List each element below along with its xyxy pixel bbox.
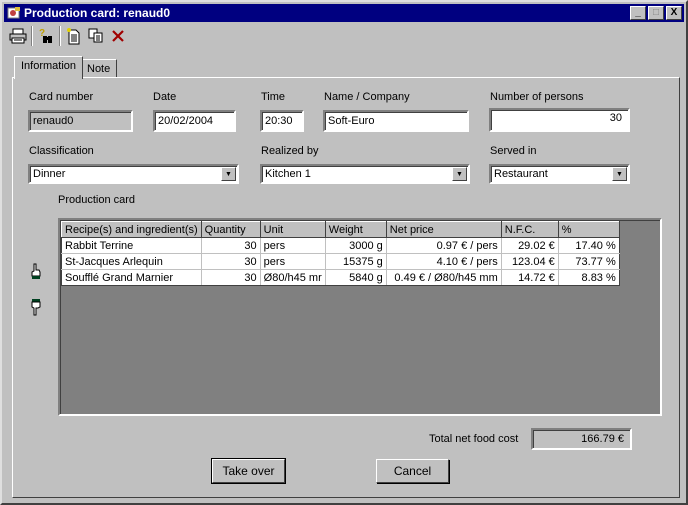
take-over-button[interactable]: Take over	[211, 458, 286, 484]
weight-cell[interactable]: 3000 g	[324, 237, 387, 254]
weight-cell[interactable]: 15375 g	[324, 253, 387, 270]
minimize-icon: _	[635, 7, 641, 18]
table-row[interactable]: St-Jacques Arlequin 30 pers 15375 g 4.10…	[61, 253, 620, 270]
column-header-unit[interactable]: Unit	[259, 221, 326, 238]
search-binoculars-icon: ?	[39, 28, 52, 43]
classification-select[interactable]: Dinner ▼	[28, 164, 239, 184]
print-button[interactable]	[7, 25, 29, 47]
recipe-cell[interactable]: Rabbit Terrine	[61, 237, 202, 254]
time-label: Time	[261, 91, 286, 103]
app-icon	[7, 6, 21, 20]
column-header-percent[interactable]: %	[557, 221, 620, 238]
column-header-nfc[interactable]: N.F.C.	[500, 221, 559, 238]
recipe-cell[interactable]: Soufflé Grand Marnier	[61, 269, 202, 286]
time-field[interactable]: 20:30	[260, 110, 304, 132]
title-bar[interactable]: Production card: renaud0 _ □ X	[4, 4, 684, 22]
new-button[interactable]	[63, 25, 85, 47]
production-card-grid[interactable]: Recipe(s) and ingredient(s) Quantity Uni…	[58, 218, 662, 416]
table-row[interactable]: Soufflé Grand Marnier 30 Ø80/h45 mr 5840…	[61, 269, 620, 286]
classification-value: Dinner	[33, 168, 66, 180]
delete-x-icon	[112, 30, 124, 42]
card-number-label: Card number	[29, 91, 94, 103]
realized-by-label: Realized by	[261, 145, 319, 157]
realized-by-value: Kitchen 1	[265, 168, 311, 180]
quantity-cell[interactable]: 30	[200, 237, 261, 254]
percent-cell[interactable]: 8.83 %	[557, 269, 620, 286]
maximize-button[interactable]: □	[648, 6, 664, 20]
information-panel: Card number renaud0 Date 20/02/2004 Time…	[12, 77, 680, 498]
hand-pointing-down-icon	[31, 299, 41, 316]
recipe-cell[interactable]: St-Jacques Arlequin	[61, 253, 202, 270]
weight-cell[interactable]: 5840 g	[324, 269, 387, 286]
move-up-button[interactable]	[28, 263, 44, 284]
quantity-cell[interactable]: 30	[200, 253, 261, 270]
nfc-cell[interactable]: 29.02 €	[500, 237, 559, 254]
unit-cell[interactable]: pers	[259, 237, 326, 254]
name-company-label: Name / Company	[324, 91, 410, 103]
tab-information[interactable]: Information	[14, 56, 84, 79]
hand-pointing-up-icon	[31, 263, 41, 279]
date-field[interactable]: 20/02/2004	[153, 110, 236, 132]
maximize-icon: □	[652, 7, 660, 18]
close-icon: X	[670, 7, 678, 18]
column-header-weight[interactable]: Weight	[324, 221, 387, 238]
new-document-icon	[67, 28, 80, 45]
cancel-button[interactable]: Cancel	[376, 459, 449, 483]
column-header-net-price[interactable]: Net price	[385, 221, 502, 238]
copy-button[interactable]	[85, 25, 107, 47]
chevron-down-icon[interactable]: ▼	[452, 167, 467, 181]
percent-cell[interactable]: 73.77 %	[557, 253, 620, 270]
toolbar-separator	[31, 26, 33, 46]
unit-cell[interactable]: Ø80/h45 mr	[259, 269, 326, 286]
copy-icon	[88, 28, 103, 43]
column-header-recipe[interactable]: Recipe(s) and ingredient(s)	[61, 221, 202, 238]
production-card-label: Production card	[58, 194, 136, 206]
tab-note[interactable]: Note	[80, 59, 118, 78]
recipes-table: Recipe(s) and ingredient(s) Quantity Uni…	[61, 221, 620, 286]
tab-control: Information Note Card number renaud0 Dat…	[12, 56, 680, 498]
realized-by-select[interactable]: Kitchen 1 ▼	[260, 164, 470, 184]
percent-cell[interactable]: 17.40 %	[557, 237, 620, 254]
total-net-food-cost-label: Total net food cost	[429, 433, 519, 445]
name-company-field[interactable]: Soft-Euro	[323, 110, 469, 132]
served-in-value: Restaurant	[494, 168, 548, 180]
nfc-cell[interactable]: 123.04 €	[500, 253, 559, 270]
quantity-cell[interactable]: 30	[200, 269, 261, 286]
search-button[interactable]: ?	[35, 25, 57, 47]
toolbar: ?	[4, 24, 129, 48]
classification-label: Classification	[29, 145, 94, 157]
close-button[interactable]: X	[666, 6, 682, 20]
total-net-food-cost-value: 166.79 €	[531, 428, 632, 450]
number-of-persons-label: Number of persons	[490, 91, 584, 103]
served-in-label: Served in	[490, 145, 537, 157]
nfc-cell[interactable]: 14.72 €	[500, 269, 559, 286]
delete-button[interactable]	[107, 25, 129, 47]
window-title: Production card: renaud0	[24, 6, 171, 20]
minimize-button[interactable]: _	[630, 6, 646, 20]
column-header-quantity[interactable]: Quantity	[200, 221, 261, 238]
chevron-down-icon[interactable]: ▼	[221, 167, 236, 181]
net-price-cell[interactable]: 4.10 € / pers	[385, 253, 502, 270]
date-label: Date	[153, 91, 177, 103]
move-down-button[interactable]	[28, 298, 44, 319]
net-price-cell[interactable]: 0.97 € / pers	[385, 237, 502, 254]
net-price-cell[interactable]: 0.49 € / Ø80/h45 mm	[385, 269, 502, 286]
table-header-row: Recipe(s) and ingredient(s) Quantity Uni…	[61, 221, 620, 238]
printer-icon	[9, 28, 27, 44]
toolbar-separator	[59, 26, 61, 46]
unit-cell[interactable]: pers	[259, 253, 326, 270]
served-in-select[interactable]: Restaurant ▼	[489, 164, 630, 184]
number-of-persons-field[interactable]: 30	[489, 108, 630, 132]
card-number-field: renaud0	[28, 110, 133, 132]
table-row[interactable]: Rabbit Terrine 30 pers 3000 g 0.97 € / p…	[61, 237, 620, 254]
production-card-window: Production card: renaud0 _ □ X ? Informa…	[0, 0, 688, 505]
chevron-down-icon[interactable]: ▼	[612, 167, 627, 181]
